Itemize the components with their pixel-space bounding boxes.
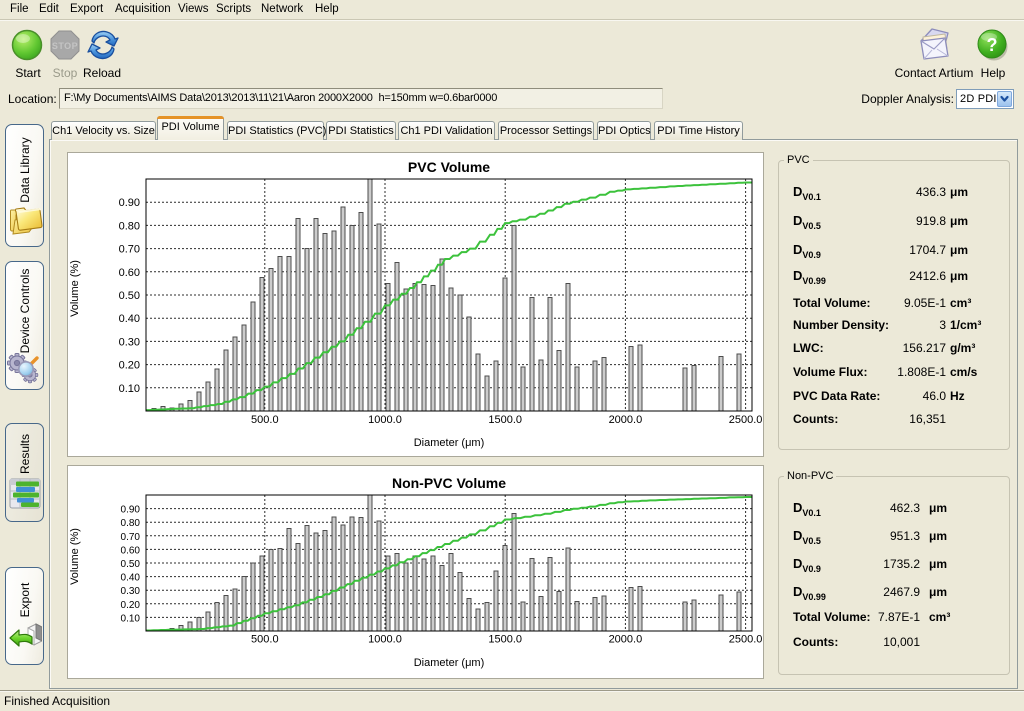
svg-text:Volume (%): Volume (%) [69, 528, 81, 585]
svg-text:2000.0: 2000.0 [609, 414, 643, 426]
svg-text:Non-PVC Volume: Non-PVC Volume [392, 475, 506, 491]
svg-text:0.70: 0.70 [121, 532, 141, 543]
svg-text:0.30: 0.30 [119, 336, 140, 348]
svg-text:1500.0: 1500.0 [488, 414, 522, 426]
svg-text:?: ? [987, 35, 998, 55]
svg-text:0.10: 0.10 [121, 613, 141, 624]
svg-text:1000.0: 1000.0 [368, 414, 402, 426]
svg-text:0.80: 0.80 [121, 518, 141, 529]
svg-text:0.50: 0.50 [119, 290, 140, 302]
svg-text:PVC Volume: PVC Volume [408, 159, 490, 175]
svg-text:1500.0: 1500.0 [488, 634, 522, 646]
svg-text:500.0: 500.0 [251, 634, 279, 646]
svg-text:0.80: 0.80 [119, 220, 140, 232]
svg-text:0.70: 0.70 [119, 244, 140, 256]
svg-text:0.20: 0.20 [121, 600, 141, 611]
svg-text:2000.0: 2000.0 [609, 634, 643, 646]
svg-text:0.30: 0.30 [121, 586, 141, 597]
svg-text:Diameter (μm): Diameter (μm) [414, 437, 485, 449]
svg-text:500.0: 500.0 [251, 414, 279, 426]
svg-text:0.60: 0.60 [119, 267, 140, 279]
svg-text:Diameter (μm): Diameter (μm) [414, 657, 485, 669]
svg-text:1000.0: 1000.0 [368, 634, 402, 646]
svg-text:2500.0: 2500.0 [729, 414, 763, 426]
svg-text:0.90: 0.90 [119, 197, 140, 209]
svg-text:0.60: 0.60 [121, 545, 141, 556]
svg-text:0.90: 0.90 [121, 505, 141, 516]
svg-text:0.40: 0.40 [121, 573, 141, 584]
svg-text:0.10: 0.10 [119, 383, 140, 395]
svg-text:0.20: 0.20 [119, 360, 140, 372]
svg-text:STOP: STOP [52, 41, 78, 51]
svg-text:0.40: 0.40 [119, 313, 140, 325]
svg-text:Volume (%): Volume (%) [69, 260, 81, 317]
svg-text:0.50: 0.50 [121, 559, 141, 570]
svg-text:2500.0: 2500.0 [729, 634, 763, 646]
